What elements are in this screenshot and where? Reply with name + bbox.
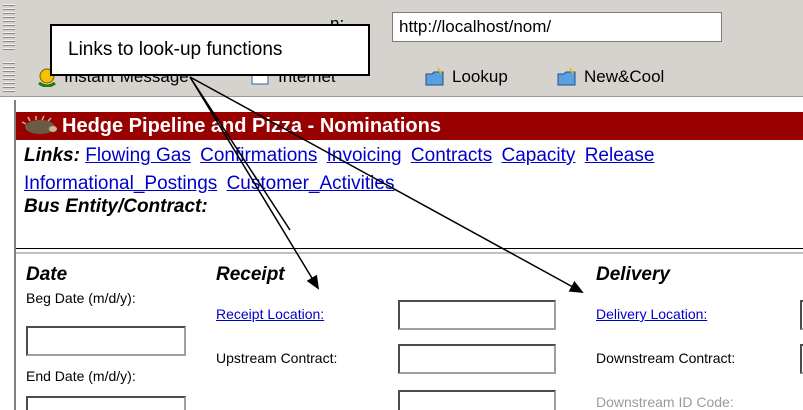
hedgehog-icon bbox=[21, 116, 57, 134]
delivery-location-link[interactable]: Delivery Location: bbox=[596, 306, 707, 322]
link-customer-activities[interactable]: Customer_Activities bbox=[227, 173, 395, 194]
toolbar-grip[interactable] bbox=[3, 60, 15, 94]
date-header: Date bbox=[26, 264, 68, 285]
page-title: Hedge Pipeline and Pizza - Nominations bbox=[62, 114, 441, 137]
toolbar-grip[interactable] bbox=[3, 4, 15, 52]
divider bbox=[16, 252, 803, 254]
link-informational-postings[interactable]: Informational_Postings bbox=[24, 173, 217, 194]
beg-date-label: Beg Date (m/d/y): bbox=[26, 290, 136, 306]
page-content: Hedge Pipeline and Pizza - Nominations L… bbox=[14, 100, 803, 410]
link-confirmations[interactable]: Confirmations bbox=[200, 145, 317, 166]
link-invoicing[interactable]: Invoicing bbox=[327, 145, 402, 166]
links-heading: Links: bbox=[24, 145, 80, 166]
downstream-id-label: Downstream ID Code: bbox=[596, 394, 734, 410]
address-input[interactable]: http://localhost/nom/ bbox=[392, 12, 722, 42]
link-flowing-gas[interactable]: Flowing Gas bbox=[85, 145, 191, 166]
callout-text: Links to look-up functions bbox=[68, 39, 283, 60]
divider bbox=[16, 248, 803, 249]
folder-icon bbox=[557, 67, 576, 86]
downstream-contract-label: Downstream Contract: bbox=[596, 350, 736, 366]
receipt-location-link[interactable]: Receipt Location: bbox=[216, 306, 324, 322]
links-item-label: New&Cool bbox=[584, 67, 665, 86]
beg-date-input[interactable] bbox=[26, 326, 186, 356]
upstream-id-input[interactable] bbox=[398, 390, 556, 410]
page-banner: Hedge Pipeline and Pizza - Nominations bbox=[16, 112, 803, 140]
links-item-label: Lookup bbox=[452, 67, 508, 86]
link-release[interactable]: Release bbox=[585, 145, 655, 166]
link-contracts[interactable]: Contracts bbox=[411, 145, 492, 166]
receipt-header: Receipt bbox=[216, 264, 285, 285]
nav-links: Links: Flowing Gas Confirmations Invoici… bbox=[24, 142, 794, 198]
links-item-new-cool[interactable]: New&Cool bbox=[556, 64, 664, 90]
links-item-lookup[interactable]: Lookup bbox=[424, 64, 508, 90]
end-date-input[interactable] bbox=[26, 396, 186, 410]
upstream-contract-input[interactable] bbox=[398, 344, 556, 374]
link-capacity[interactable]: Capacity bbox=[502, 145, 576, 166]
upstream-contract-label: Upstream Contract: bbox=[216, 350, 338, 366]
bus-entity-label: Bus Entity/Contract: bbox=[24, 196, 208, 217]
end-date-label: End Date (m/d/y): bbox=[26, 368, 136, 384]
receipt-location-input[interactable] bbox=[398, 300, 556, 330]
folder-icon bbox=[425, 67, 444, 86]
annotation-callout: Links to look-up functions bbox=[50, 24, 370, 76]
delivery-header: Delivery bbox=[596, 264, 670, 285]
